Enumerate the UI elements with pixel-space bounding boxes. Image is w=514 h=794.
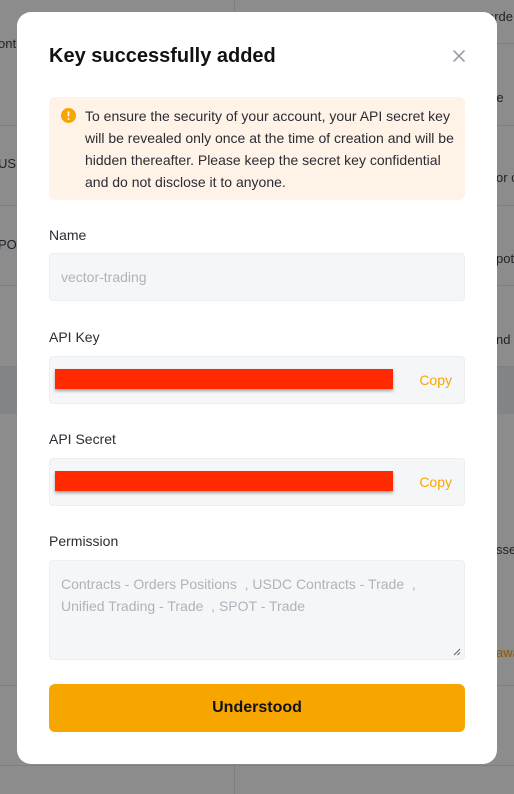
copy-api-secret-button[interactable]: Copy bbox=[419, 474, 452, 490]
security-notice: To ensure the security of your account, … bbox=[49, 97, 465, 200]
key-added-dialog: Key successfully added To ensure the sec… bbox=[17, 12, 497, 764]
dialog-title: Key successfully added bbox=[49, 45, 276, 67]
close-button[interactable] bbox=[449, 46, 469, 66]
permission-label: Permission bbox=[49, 533, 119, 549]
permission-textarea[interactable]: Contracts - Orders Positions , USDC Cont… bbox=[50, 561, 464, 659]
api-key-label: API Key bbox=[49, 329, 100, 345]
resize-handle-icon[interactable] bbox=[453, 648, 461, 656]
understood-button[interactable]: Understood bbox=[49, 684, 465, 732]
api-key-redaction bbox=[55, 369, 393, 389]
copy-api-key-button[interactable]: Copy bbox=[419, 372, 452, 388]
name-label: Name bbox=[49, 227, 87, 243]
api-secret-label: API Secret bbox=[49, 431, 116, 447]
warning-icon bbox=[61, 108, 76, 123]
security-notice-text: To ensure the security of your account, … bbox=[85, 108, 454, 190]
permission-field: Contracts - Orders Positions , USDC Cont… bbox=[49, 560, 465, 660]
name-input[interactable] bbox=[50, 254, 464, 300]
api-key-field: Copy bbox=[49, 356, 465, 404]
close-icon bbox=[453, 50, 465, 62]
name-field bbox=[49, 253, 465, 301]
api-secret-redaction bbox=[55, 471, 393, 491]
api-secret-field: Copy bbox=[49, 458, 465, 506]
